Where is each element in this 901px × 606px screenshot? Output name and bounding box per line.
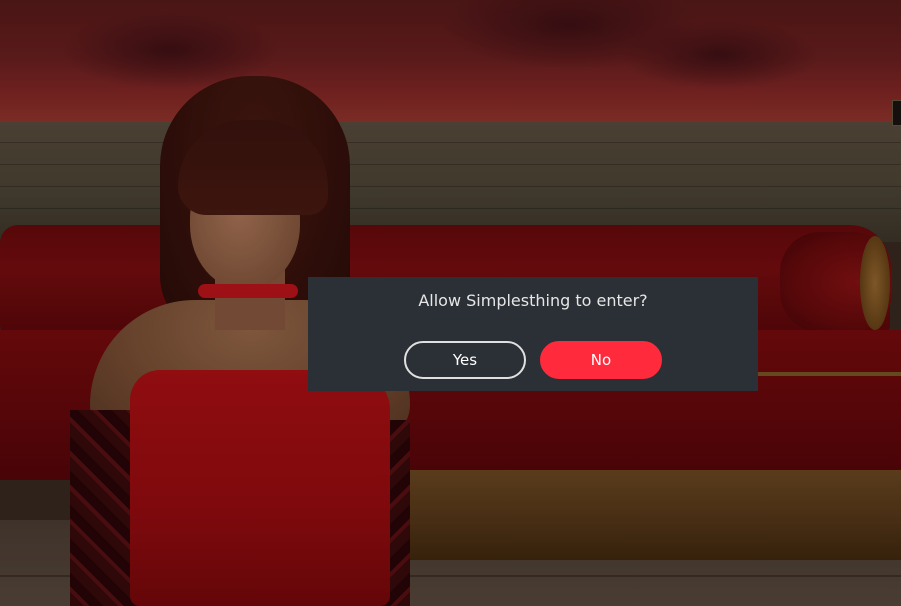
yes-button[interactable]: Yes	[404, 341, 526, 379]
enter-permission-dialog: Allow Simplesthing to enter? Yes No	[308, 277, 758, 391]
dialog-message: Allow Simplesthing to enter?	[418, 291, 648, 310]
game-scene: Allow Simplesthing to enter? Yes No	[0, 0, 901, 606]
no-button[interactable]: No	[540, 341, 662, 379]
